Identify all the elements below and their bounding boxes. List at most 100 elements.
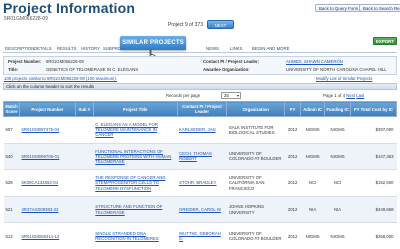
cell-score: 512 — [3, 222, 20, 249]
cell-admin-ic: NIGMS — [300, 116, 325, 144]
export-button[interactable]: EXPORT — [373, 37, 397, 45]
tab-details[interactable]: DETAILS — [34, 45, 52, 53]
project-number-label: Project Number: — [8, 59, 42, 64]
cell-funding-ic: NIA — [324, 196, 351, 224]
cell-admin-ic: NIGMS — [300, 222, 325, 249]
project-title-value: GENETICS OF TELOMERASE IN C. ELEGANS — [46, 67, 139, 72]
table-row: 607 5R01GM087475-04 C. ELEGANS AS A MODE… — [3, 116, 397, 144]
pagination: Page 1 of 4 Next Last — [323, 93, 364, 98]
cell-funding-ic: NIGMS — [324, 143, 351, 171]
back-to-query-button[interactable]: Back to Query Form — [315, 4, 363, 12]
page-last-link[interactable]: Last — [356, 93, 364, 98]
cell-cost: $152,600 — [350, 169, 397, 197]
cell-score: 521 — [3, 196, 20, 224]
project-number-value: 5R01GM066228-09 — [46, 59, 84, 64]
cell-cost: $449,668 — [350, 196, 397, 224]
cell-pi[interactable]: CECH, THOMAS ROBERT — [177, 143, 227, 171]
similar-projects-table: Match Score Project Number Sub # Project… — [3, 101, 397, 249]
table-row: 540 5R01GM099705-01 FUNCTIONAL INTERACTI… — [3, 143, 397, 171]
tab-begin-and-more[interactable]: BEGIN AND MORE — [252, 45, 289, 53]
cell-funding-ic: NIGMS — [324, 222, 351, 249]
tab-news[interactable]: NEWS — [206, 45, 219, 53]
cell-admin-ic: NIGMS — [300, 143, 325, 171]
cell-fy: 2012 — [284, 116, 301, 144]
project-info-box: Project Number: 5R01GM066228-09 Title: G… — [3, 56, 397, 75]
cell-organization: SALK INSTITUTE FOR BIOLOGICAL STUDIES — [226, 116, 285, 144]
tab-history[interactable]: HISTORY — [81, 45, 100, 53]
cell-project-number[interactable]: 5R01GM059414-12 — [19, 222, 76, 249]
cell-fy: 2012 — [284, 196, 301, 224]
table-row: 512 5R01GM059414-12 SINGLE STRANDED DNA … — [3, 222, 397, 249]
cell-sub — [75, 196, 94, 224]
project-pager-label: Project 9 of 373 — [168, 22, 204, 28]
cell-organization: UNIVERSITY OF COLORADO AT BOULDER — [226, 143, 285, 171]
cell-fy: 2012 — [284, 169, 301, 197]
chevron-down-icon: ▾ — [236, 93, 239, 98]
contact-pi-label: Contact PI / Project Leader: — [203, 59, 260, 64]
cell-score: 528 — [3, 169, 20, 197]
records-per-page-select[interactable]: 25 ▾ — [221, 92, 241, 99]
cell-funding-ic: NCI — [324, 169, 351, 197]
cell-cost: $297,000 — [350, 116, 397, 144]
cell-sub — [75, 116, 94, 144]
cell-project-number[interactable]: 5K08CA134552-04 — [19, 169, 76, 197]
col-fy[interactable]: FY — [284, 101, 302, 117]
cell-pi[interactable]: WUTTKE, DEBORAH S. — [177, 222, 227, 249]
cell-score: 540 — [3, 143, 20, 171]
table-row: 528 5K08CA134552-04 THE RESPONSE OF CANC… — [3, 169, 397, 197]
table-row: 521 4R37AG009383-22 STRUCTURE AND FUNCTI… — [3, 196, 397, 224]
page-position: Page 1 of 4 — [323, 93, 345, 98]
cell-organization: JOHNS HOPKINS UNIVERSITY — [226, 196, 285, 224]
records-per-page-label: Records per page — [166, 93, 201, 98]
cell-admin-ic: NCI — [300, 169, 325, 197]
tab-description[interactable]: DESCRIPTION — [5, 45, 34, 53]
col-admin-ic[interactable]: Admin IC — [300, 101, 326, 117]
tab-links[interactable]: LINKS — [230, 45, 242, 53]
cell-cost: $147,363 — [350, 143, 397, 171]
similar-projects-link[interactable]: 100 projects similar to 5R01GM066228-09 … — [4, 76, 117, 81]
col-funding-ic[interactable]: Funding IC — [324, 101, 352, 117]
col-project-number[interactable]: Project Number — [18, 101, 76, 117]
col-total-cost[interactable]: FY Total Cost by IC — [350, 101, 397, 117]
cell-project-title[interactable]: C. ELEGANS AS A MODEL FOR TELOMERE MAINT… — [93, 116, 178, 144]
tab-bar: DESCRIPTION DETAILS RESULTS HISTORY SUBP… — [3, 45, 397, 53]
table-header-row: Match Score Project Number Sub # Project… — [3, 101, 397, 117]
cell-pi[interactable]: KARLSEDER, JAN — [177, 116, 227, 144]
tab-results[interactable]: RESULTS — [57, 45, 77, 53]
cell-pi[interactable]: GREIDER, CAROL W — [177, 196, 227, 224]
cell-pi[interactable]: STOHR, BRADLEY — [177, 169, 227, 197]
cell-funding-ic: NIGMS — [324, 116, 351, 144]
cell-project-title[interactable]: FUNCTIONAL INTERACTIONS OF TELOMERE PROT… — [93, 143, 178, 171]
awardee-org-value: UNIVERSITY OF NORTH CAROLINA CHAPEL HILL — [286, 67, 387, 72]
cell-project-title[interactable]: THE RESPONSE OF CANCER AND STEM/PROGENIT… — [93, 169, 178, 197]
page-title: Project Information — [3, 0, 136, 16]
cell-project-number[interactable]: 5R01GM087475-04 — [19, 116, 76, 144]
tab-similar-projects[interactable]: SIMILAR PROJECTS — [120, 36, 186, 50]
cell-fy: 2012 — [284, 143, 301, 171]
col-sub[interactable]: Sub # — [74, 101, 94, 117]
col-contact-pi[interactable]: Contact PI / Project Leader — [176, 101, 228, 117]
contact-pi-link[interactable]: AHMED, SHAWN CAMERON — [286, 59, 343, 64]
col-organization[interactable]: Organization — [226, 101, 286, 117]
cell-project-title[interactable]: SINGLE STRANDED DNA RECOGNITION IN TELOM… — [93, 222, 178, 249]
modify-similar-link[interactable]: Modify List of Similar Projects — [316, 76, 372, 81]
cell-cost: $268,000 — [350, 222, 397, 249]
cell-organization: UNIVERSITY OF COLORADO AT BOULDER — [226, 222, 285, 249]
cell-sub — [75, 222, 94, 249]
cell-project-number[interactable]: 5R01GM099705-01 — [19, 143, 76, 171]
next-button[interactable]: NEXT — [207, 20, 234, 29]
cell-admin-ic: NIA — [300, 196, 325, 224]
cell-project-title[interactable]: STRUCTURE AND FUNCTION OF TELOMERASE — [93, 196, 178, 224]
cell-sub — [75, 143, 94, 171]
page-subtitle-id: 5R01GM066228-09 — [4, 16, 48, 22]
page-next-link[interactable]: Next — [346, 93, 355, 98]
cell-project-number[interactable]: 4R37AG009383-22 — [19, 196, 76, 224]
cell-score: 607 — [3, 116, 20, 144]
cell-sub — [75, 169, 94, 197]
back-to-results-button[interactable]: Back to Search Results — [359, 4, 400, 12]
cell-fy: 2012 — [284, 222, 301, 249]
records-per-page-value: 25 — [224, 93, 229, 98]
col-project-title[interactable]: Project Title — [92, 101, 178, 117]
col-match-score[interactable]: Match Score — [3, 101, 20, 117]
awardee-org-label: Awardee Organization: — [203, 67, 250, 72]
